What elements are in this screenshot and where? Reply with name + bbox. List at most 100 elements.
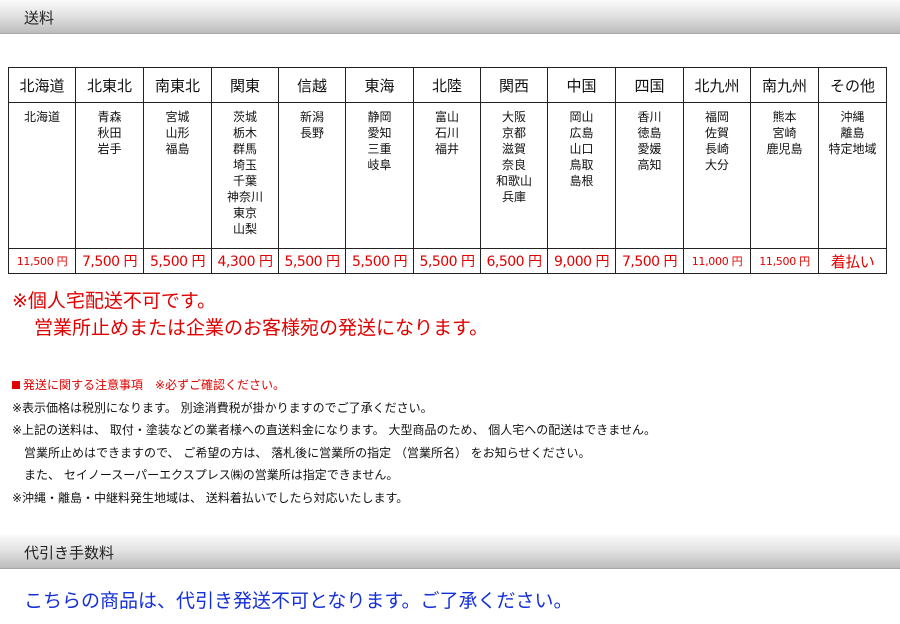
prefecture-name: 高知 (637, 158, 662, 172)
column-header: 関西 (480, 67, 548, 103)
prefecture-name: 愛媛 (637, 142, 662, 156)
cod-section-title: 代引き手数料 (24, 544, 115, 562)
column-header: 北九州 (683, 67, 751, 103)
prefecture-name: 新潟 (299, 110, 324, 124)
notice-line-1: ※個人宅配送不可です。 (12, 290, 217, 312)
area-cell: 茨城栃木群馬埼玉千葉神奈川東京山梨 (211, 102, 279, 249)
prefecture-name: 石川 (434, 126, 459, 140)
cod-section-header: 代引き手数料 (0, 535, 900, 569)
prefecture-name: 北海道 (23, 110, 60, 124)
prefecture-name: 和歌山 (495, 174, 532, 188)
prefecture-name: 富山 (434, 110, 459, 124)
prefecture-name: 特定地域 (828, 142, 877, 156)
price-cell: 5,500 円 (143, 248, 212, 274)
table-header-row: 北海道 北東北 南東北 関東 信越 東海 北陸 関西 中国 四国 北九州 南九州 その他 (8, 67, 887, 103)
prefecture-name: 宮城 (165, 110, 190, 124)
note-item: ※沖縄・離島・中継料発生地域は、 送料着払いでしたら対応いたします。 (12, 490, 409, 505)
table-area-row: 北海道 青森 秋田 岩手 宮城 山形 福島 茨城 栃木 群馬 埼玉 千葉 神奈川 東京 山梨 新潟 長野 静岡 愛知… (8, 102, 887, 249)
area-cell: 沖縄 離島 特定地域 (818, 102, 887, 249)
prefecture-name: 茨城 (232, 110, 257, 124)
prefecture-name: 広島 (569, 126, 594, 140)
prefecture-name: 島根 (569, 174, 594, 188)
area-cell: 新潟 長野 (278, 102, 346, 249)
area-cell: 青森 秋田 岩手 (75, 102, 144, 249)
note-item: ※上記の送料は、 取付・塗装などの業者様への直送料金になります。 大型商品のため… (12, 423, 656, 437)
prefecture-name: 栃木 (232, 126, 257, 140)
prefecture-name: 福岡 (704, 110, 729, 124)
column-header: 南東北 (143, 67, 212, 103)
red-square-icon (12, 381, 20, 389)
prefecture-name: 神奈川 (226, 190, 263, 204)
prefecture-name: 長崎 (704, 142, 729, 156)
area-cell: 静岡 愛知 三重 岐阜 (345, 102, 414, 249)
price-cell: 9,000 円 (547, 248, 616, 274)
column-header: 信越 (278, 67, 346, 103)
prefecture-name: 離島 (840, 126, 865, 140)
prefecture-name: 山口 (569, 142, 594, 156)
shipping-section-title: 送料 (24, 9, 55, 27)
prefecture-name: 大分 (704, 158, 729, 172)
column-header: 中国 (547, 67, 616, 103)
area-cell: 富山 石川 福井 (413, 102, 481, 249)
cod-message: こちらの商品は、代引き発送不可となります。ご了承ください。 (24, 590, 573, 612)
prefecture-name: 岩手 (97, 142, 122, 156)
price-cell: 5,500 円 (345, 248, 414, 274)
prefecture-name: 静岡 (367, 110, 392, 124)
prefecture-name: 岐阜 (367, 158, 392, 172)
prefecture-name: 沖縄 (840, 110, 865, 124)
price-cell: 11,000 円 (683, 248, 751, 274)
shipping-section-header: 送料 (0, 0, 900, 34)
column-header: 関東 (211, 67, 279, 103)
prefecture-name: 長野 (299, 126, 324, 140)
prefecture-name: 愛知 (367, 126, 392, 140)
prefecture-name: 熊本 (772, 110, 797, 124)
notes-heading: 発送に関する注意事項 ※必ずご確認ください。 (12, 374, 656, 397)
area-cell: 宮城 山形 福島 (143, 102, 212, 249)
column-header: 四国 (615, 67, 684, 103)
note-item: 営業所止めはできますので、 ご希望の方は、 落札後に営業所の指定 （営業所名） … (24, 445, 591, 460)
shipping-rate-table: 北海道 北東北 南東北 関東 信越 東海 北陸 関西 中国 四国 北九州 南九州 その他 北海道 青森秋田… (8, 67, 887, 274)
area-cell: 大阪 京都 滋賀 奈良 和歌山 兵庫 (480, 102, 548, 249)
price-cell: 11,500 円 (750, 248, 819, 274)
prefecture-name: 鳥取 (569, 158, 594, 172)
prefecture-name: 東京 (232, 206, 257, 220)
prefecture-name: 埼玉 (232, 158, 257, 172)
area-cell: 香川 徳島 愛媛 高知 (615, 102, 684, 249)
prefecture-name: 青森 (97, 110, 122, 124)
column-header: 南九州 (750, 67, 819, 103)
price-cell: 4,300 円 (211, 248, 279, 274)
area-cell: 北海道 (8, 102, 76, 249)
prefecture-name: 鹿児島 (766, 142, 803, 156)
notes-heading-text: 発送に関する注意事項 ※必ずご確認ください。 (23, 378, 286, 392)
prefecture-name: 秋田 (97, 126, 122, 140)
price-cell: 5,500 円 (278, 248, 346, 274)
area-cell: 福岡 佐賀 長崎 大分 (683, 102, 751, 249)
note-item: ※表示価格は税別になります。 別途消費税が掛かりますのでご了承ください。 (12, 400, 433, 415)
shipping-notes: 発送に関する注意事項 ※必ずご確認ください。 ※表示価格は税別になります。 別途… (12, 374, 656, 509)
prefecture-name: 福井 (434, 142, 459, 156)
prefecture-name: 群馬 (232, 142, 257, 156)
price-cell: 6,500 円 (480, 248, 548, 274)
prefecture-name: 京都 (501, 126, 526, 140)
price-cell: 7,500 円 (75, 248, 144, 274)
prefecture-name: 大阪 (501, 110, 526, 124)
prefecture-name: 香川 (637, 110, 662, 124)
prefecture-name: 福島 (165, 142, 190, 156)
prefecture-name: 宮崎 (772, 126, 797, 140)
no-home-delivery-notice: ※個人宅配送不可です。 営業所止めまたは企業のお客様宛の発送になります。 (12, 288, 488, 342)
prefecture-name: 佐賀 (704, 126, 729, 140)
prefecture-name: 山形 (165, 126, 190, 140)
prefecture-name: 徳島 (637, 126, 662, 140)
prefecture-name: 岡山 (569, 110, 594, 124)
table-price-row: 11,500 円 7,500 円 5,500 円 4,300 円 5,500 円 5,50… (8, 248, 887, 274)
prefecture-name: 滋賀 (501, 142, 526, 156)
area-cell: 熊本 宮崎 鹿児島 (750, 102, 819, 249)
prefecture-name: 千葉 (232, 174, 257, 188)
note-item: また、 セイノースーパーエクスプレス㈱の営業所は指定できません。 (24, 468, 399, 482)
area-cell: 岡山広島山口鳥取島根 (547, 102, 616, 249)
prefecture-name: 三重 (367, 142, 392, 156)
column-header: 北東北 (75, 67, 144, 103)
prefecture-name: 山梨 (232, 222, 257, 236)
price-cell: 着払い (818, 248, 887, 274)
prefecture-name: 兵庫 (501, 190, 526, 204)
